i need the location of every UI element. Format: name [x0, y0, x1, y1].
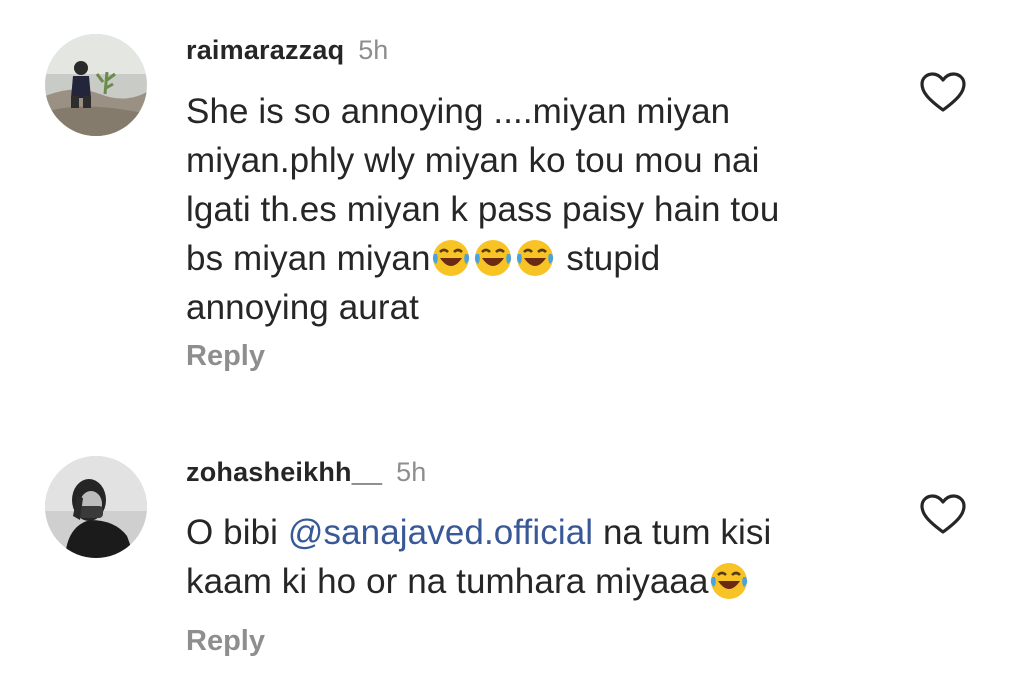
comment-line-text: kaam ki ho or na tumhara miyaaa	[186, 562, 709, 601]
comment-line: O bibi @sanajaved.official na tum kisi	[186, 508, 896, 557]
comment-line: bs miyan miyan stupid	[186, 234, 896, 283]
reply-button[interactable]: Reply	[186, 340, 265, 373]
laughing-emoji-icon	[516, 240, 553, 276]
username-link[interactable]: zohasheikhh__	[186, 457, 382, 487]
comment-line-text: O bibi	[186, 513, 288, 552]
comment-text: O bibi @sanajaved.official na tum kisi k…	[186, 508, 896, 606]
laughing-emoji-icon	[710, 563, 747, 599]
comment-line-text: bs miyan miyan	[186, 239, 431, 278]
comment-line: kaam ki ho or na tumhara miyaaa	[186, 557, 896, 606]
username-link[interactable]: raimarazzaq	[186, 35, 344, 65]
avatar[interactable]	[45, 34, 147, 136]
avatar[interactable]	[45, 456, 147, 558]
heart-outline-icon[interactable]	[918, 70, 968, 114]
comment-text: She is so annoying ....miyan miyan miyan…	[186, 87, 896, 332]
comment-line: She is so annoying ....miyan miyan	[186, 92, 731, 131]
comment-line-text: stupid	[556, 239, 661, 278]
comment-line: miyan.phly wly miyan ko tou mou nai	[186, 141, 760, 180]
comment-line: lgati th.es miyan k pass paisy hain tou	[186, 190, 780, 229]
comment-header: raimarazzaq 5h	[186, 34, 388, 66]
comment-line: annoying aurat	[186, 288, 419, 327]
comment-line-text: na tum kisi	[593, 513, 772, 552]
timestamp[interactable]: 5h	[358, 35, 388, 65]
laughing-emoji-icon	[432, 240, 469, 276]
laughing-emoji-icon	[474, 240, 511, 276]
mention-link[interactable]: @sanajaved.official	[288, 513, 593, 552]
reply-button[interactable]: Reply	[186, 625, 265, 658]
laughing-emoji-group	[431, 239, 557, 278]
heart-outline-icon[interactable]	[918, 492, 968, 536]
comment-header: zohasheikhh__ 5h	[186, 456, 426, 488]
timestamp[interactable]: 5h	[396, 457, 426, 487]
